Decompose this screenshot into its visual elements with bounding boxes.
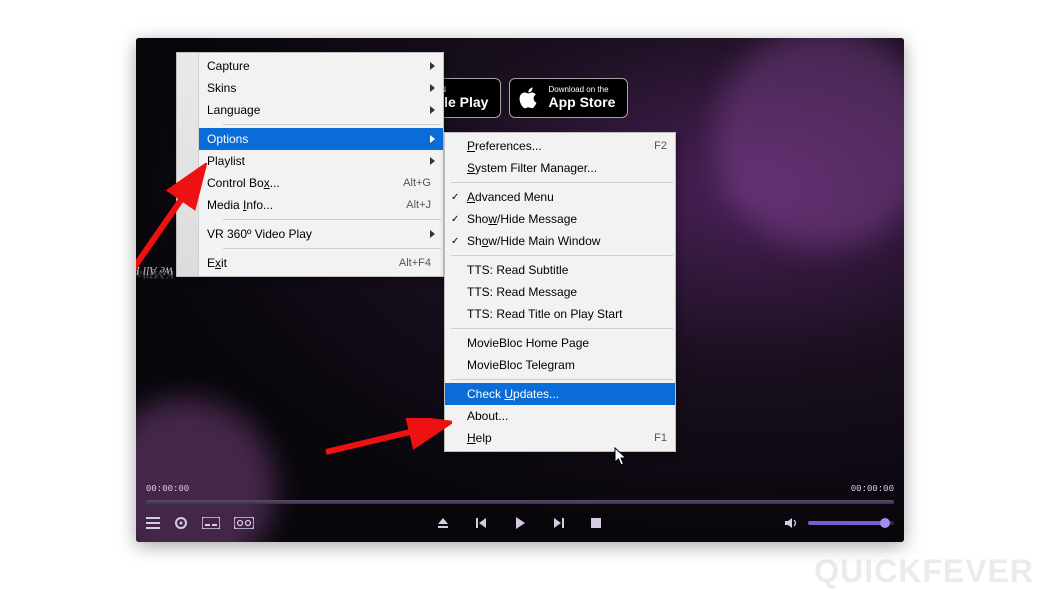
menu-item-2[interactable]: Language [199,99,443,121]
menu-item-9[interactable]: VR 360º Video Play [199,223,443,245]
vr-icon[interactable] [234,517,254,529]
volume-icon[interactable] [784,517,798,529]
menu-item-1[interactable]: Skins [199,77,443,99]
stop-button[interactable] [591,518,601,528]
time-total: 00:00:00 [851,484,894,494]
submenu-item-12[interactable]: MovieBloc Telegram [445,354,675,376]
submenu-item-14[interactable]: Check Updates... [445,383,675,405]
menu-item-7[interactable]: Media Info...Alt+J [199,194,443,216]
submenu-shortcut: F2 [654,140,667,152]
submenu-item-3[interactable]: ✓Advanced Menu [445,186,675,208]
seek-bar[interactable] [146,500,894,504]
next-button[interactable] [553,517,565,529]
app-store-badge[interactable]: Download on the App Store [509,78,628,118]
submenu-arrow-icon [430,106,435,114]
menu-shortcut: Alt+J [385,199,431,211]
menu-item-11[interactable]: ExitAlt+F4 [199,252,443,274]
brand-slogan: We All Enjoy ! [136,263,174,278]
menu-shortcut: Alt+G [385,177,431,189]
submenu-arrow-icon [430,230,435,238]
submenu-item-15[interactable]: About... [445,405,675,427]
submenu-separator [451,255,673,256]
player-window: QUICKFEVER T ON ogle Play Download on th… [136,38,904,542]
submenu-item-1[interactable]: System Filter Manager... [445,157,675,179]
submenu-arrow-icon [430,84,435,92]
options-submenu: Preferences...F2System Filter Manager...… [444,132,676,452]
app-store-line2: App Store [548,95,615,110]
menu-separator [223,124,441,125]
submenu-separator [451,182,673,183]
menu-separator [223,248,441,249]
subtitle-icon[interactable] [202,517,220,529]
submenu-item-9[interactable]: TTS: Read Title on Play Start [445,303,675,325]
submenu-item-5[interactable]: ✓Show/Hide Main Window [445,230,675,252]
menu-item-5[interactable]: Playlist [199,150,443,172]
menu-brand-strip: KMPlayer We All Enjoy ! [177,53,199,276]
playlist-icon[interactable] [146,517,160,529]
submenu-shortcut: F1 [654,432,667,444]
menu-item-4[interactable]: Options [199,128,443,150]
settings-icon[interactable] [174,516,188,530]
watermark-corner: QUICKFEVER [814,553,1034,590]
submenu-item-7[interactable]: TTS: Read Subtitle [445,259,675,281]
check-icon: ✓ [451,214,459,225]
submenu-arrow-icon [430,157,435,165]
context-menu: KMPlayer We All Enjoy ! CaptureSkinsLang… [176,52,444,277]
submenu-item-0[interactable]: Preferences...F2 [445,135,675,157]
prev-button[interactable] [475,517,487,529]
submenu-separator [451,328,673,329]
menu-item-6[interactable]: Control Box...Alt+G [199,172,443,194]
submenu-item-8[interactable]: TTS: Read Message [445,281,675,303]
submenu-separator [451,379,673,380]
submenu-item-16[interactable]: HelpF1 [445,427,675,449]
submenu-arrow-icon [430,135,435,143]
check-icon: ✓ [451,236,459,247]
volume-slider[interactable] [808,521,894,525]
menu-item-0[interactable]: Capture [199,55,443,77]
player-controls: 00:00:00 00:00:00 [136,490,904,542]
time-elapsed: 00:00:00 [146,484,189,494]
submenu-arrow-icon [430,62,435,70]
apple-icon [518,87,540,109]
play-button[interactable] [513,516,527,530]
store-badges: T ON ogle Play Download on the App Store [422,78,628,118]
submenu-item-4[interactable]: ✓Show/Hide Message [445,208,675,230]
check-icon: ✓ [451,192,459,203]
eject-button[interactable] [437,517,449,529]
menu-separator [223,219,441,220]
menu-shortcut: Alt+F4 [385,257,431,269]
submenu-item-11[interactable]: MovieBloc Home Page [445,332,675,354]
